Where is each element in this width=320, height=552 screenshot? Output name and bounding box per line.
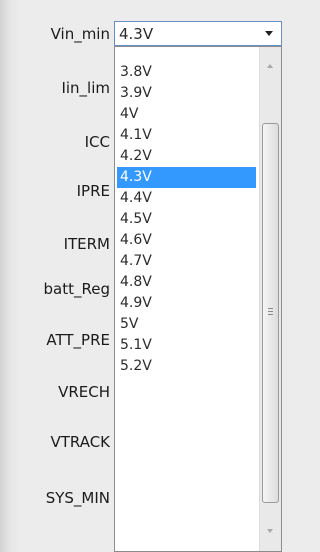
label-vtrack: VTRACK bbox=[50, 433, 110, 451]
label-att-pre: ATT_PRE bbox=[46, 331, 110, 349]
option-4-9v[interactable]: 4.9V bbox=[117, 293, 256, 314]
option-4-6v[interactable]: 4.6V bbox=[117, 230, 256, 251]
thumb-grip-line bbox=[268, 308, 273, 309]
thumb-grip-line bbox=[268, 314, 273, 315]
label-vin-min: Vin_min bbox=[50, 25, 110, 43]
label-batt-reg: batt_Reg bbox=[43, 280, 110, 298]
option-4-4v[interactable]: 4.4V bbox=[117, 188, 256, 209]
combo-selected-value: 4.3V bbox=[119, 25, 154, 43]
option-4-5v[interactable]: 4.5V bbox=[117, 209, 256, 230]
dropdown-scrollbar[interactable] bbox=[259, 47, 281, 551]
chevron-down-icon[interactable] bbox=[265, 31, 273, 36]
option-3-8v[interactable]: 3.8V bbox=[117, 62, 256, 83]
option-4-3v-selected[interactable]: 4.3V bbox=[117, 167, 256, 188]
label-icc: ICC bbox=[84, 133, 110, 151]
label-sys-min: SYS_MIN bbox=[45, 489, 110, 507]
option-4-8v[interactable]: 4.8V bbox=[117, 272, 256, 293]
label-iterm: ITERM bbox=[63, 235, 110, 253]
option-5v[interactable]: 5V bbox=[117, 314, 256, 335]
option-4-2v[interactable]: 4.2V bbox=[117, 146, 256, 167]
option-4-1v[interactable]: 4.1V bbox=[117, 125, 256, 146]
thumb-grip-line bbox=[268, 311, 273, 312]
dropdown-list[interactable]: 3.8V 3.9V 4V 4.1V 4.2V 4.3V 4.4V 4.5V 4.… bbox=[114, 46, 282, 552]
option-4v[interactable]: 4V bbox=[117, 104, 256, 125]
vin-min-combobox[interactable]: 4.3V bbox=[114, 21, 282, 46]
option-5-1v[interactable]: 5.1V bbox=[117, 335, 256, 356]
scroll-thumb[interactable] bbox=[262, 123, 279, 503]
scroll-up-icon[interactable] bbox=[267, 64, 273, 68]
label-vrech: VRECH bbox=[58, 383, 110, 401]
label-iin-lim: Iin_lim bbox=[61, 79, 110, 97]
field-labels: Vin_min Iin_lim ICC IPRE ITERM batt_Reg … bbox=[0, 0, 110, 552]
label-ipre: IPRE bbox=[76, 182, 110, 200]
scroll-down-icon[interactable] bbox=[267, 529, 273, 533]
option-4-7v[interactable]: 4.7V bbox=[117, 251, 256, 272]
option-3-9v[interactable]: 3.9V bbox=[117, 83, 256, 104]
option-5-2v[interactable]: 5.2V bbox=[117, 356, 256, 377]
